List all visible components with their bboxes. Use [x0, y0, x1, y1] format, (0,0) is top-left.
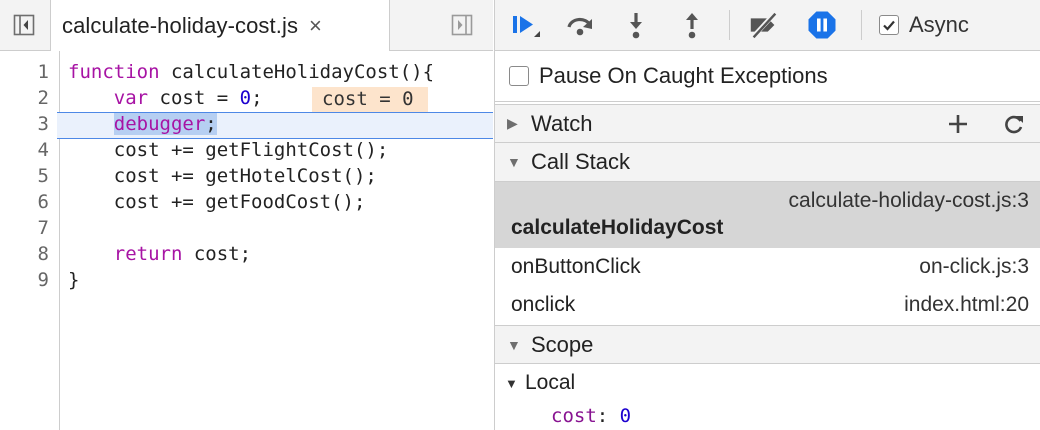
code-text: cost =: [148, 87, 240, 109]
code-line-current: debugger;: [68, 111, 217, 137]
code-line: function calculateHolidayCost(){: [68, 59, 434, 85]
scope-title: Scope: [531, 331, 594, 357]
async-checkbox[interactable]: [879, 15, 899, 35]
deactivate-breakpoints-icon[interactable]: [747, 8, 781, 42]
scope-section-header[interactable]: ▼ Scope: [495, 325, 1040, 364]
resume-icon[interactable]: [507, 8, 541, 42]
variable-separator: :: [596, 405, 620, 427]
close-tab-icon[interactable]: ×: [309, 14, 322, 37]
pause-on-caught-exceptions[interactable]: Pause On Caught Exceptions: [495, 51, 1040, 102]
code-line: cost += getFlightCost();: [68, 139, 389, 161]
inline-variable-value: cost = 0: [312, 87, 428, 112]
code-line: cost += getFoodCost();: [68, 191, 366, 213]
scope-local-toggle[interactable]: ▼ Local: [495, 365, 1040, 401]
code-keyword: var: [113, 87, 149, 109]
code-line: }: [68, 269, 80, 291]
variable-value: 0: [619, 405, 632, 427]
call-frame-selected[interactable]: calculate-holiday-cost.js:3 calculateHol…: [495, 182, 1040, 248]
chevron-down-icon: ▼: [507, 154, 521, 170]
call-frame-function: onButtonClick: [511, 255, 641, 278]
scope-variable[interactable]: cost: 0: [551, 402, 631, 430]
editor-tab-bar: calculate-holiday-cost.js ×: [0, 0, 493, 51]
code-text: ;: [251, 87, 263, 109]
call-frame[interactable]: onButtonClick on-click.js:3: [495, 248, 1040, 286]
refresh-icon[interactable]: [999, 109, 1029, 139]
call-stack-title: Call Stack: [531, 149, 631, 174]
code-text: calculateHolidayCost(){: [159, 61, 435, 83]
line-number-gutter[interactable]: 1 2 3 4 5 6 7 8 9: [0, 51, 60, 430]
code-text: cost;: [182, 243, 252, 265]
code-number: 0: [239, 87, 252, 109]
toolbar-separator: [729, 10, 730, 40]
chevron-right-icon: ▶: [507, 115, 518, 131]
variable-name: cost: [551, 405, 597, 427]
line-number[interactable]: 2: [38, 85, 49, 111]
line-number[interactable]: 8: [38, 241, 49, 267]
code-line: cost += getHotelCost();: [68, 165, 377, 187]
source-tab-label: calculate-holiday-cost.js: [62, 12, 299, 38]
call-frame-location: calculate-holiday-cost.js:3: [788, 189, 1029, 212]
line-number[interactable]: 5: [38, 163, 49, 189]
call-frame-function: calculateHolidayCost: [511, 216, 724, 239]
code-line: return cost;: [68, 241, 251, 267]
scope-local-label: Local: [525, 371, 576, 394]
code-editor[interactable]: function calculateHolidayCost(){ var cos…: [60, 51, 493, 430]
code-keyword: function: [68, 61, 160, 83]
call-frame[interactable]: onclick index.html:20: [495, 286, 1040, 324]
step-into-icon[interactable]: [619, 8, 653, 42]
line-number[interactable]: 3: [38, 111, 49, 137]
code-keyword: return: [113, 243, 183, 265]
watch-title: Watch: [531, 110, 593, 136]
debugger-sidebar: Async Pause On Caught Exceptions ▶ Watch…: [494, 0, 1040, 430]
step-over-icon[interactable]: [563, 8, 597, 42]
pause-on-caught-label: Pause On Caught Exceptions: [539, 63, 828, 88]
watch-section-header[interactable]: ▶ Watch: [495, 104, 1040, 143]
line-number[interactable]: 4: [38, 137, 49, 163]
source-tab[interactable]: calculate-holiday-cost.js ×: [50, 0, 390, 51]
plus-icon[interactable]: [943, 109, 973, 139]
step-out-icon[interactable]: [675, 8, 709, 42]
toggle-navigator-icon[interactable]: [9, 10, 39, 40]
line-number[interactable]: 9: [38, 267, 49, 293]
code-keyword: debugger: [113, 113, 206, 135]
pause-on-exceptions-icon[interactable]: [805, 8, 839, 42]
code-line: var cost = 0;: [68, 85, 263, 111]
async-toggle[interactable]: Async: [879, 10, 969, 40]
debugger-toolbar: Async: [495, 0, 1040, 51]
code-text: ;: [205, 113, 217, 135]
pause-on-caught-checkbox[interactable]: [509, 66, 529, 86]
chevron-down-icon: ▼: [507, 336, 521, 353]
source-panel: calculate-holiday-cost.js × 1 2 3 4 5 6 …: [0, 0, 493, 430]
line-number[interactable]: 7: [38, 215, 49, 241]
call-frame-location: on-click.js:3: [919, 255, 1029, 278]
toolbar-separator: [861, 10, 862, 40]
call-frame-function: onclick: [511, 293, 576, 316]
chevron-down-icon: ▼: [505, 375, 518, 391]
call-stack-section-header[interactable]: ▼ Call Stack: [495, 143, 1040, 182]
line-number[interactable]: 6: [38, 189, 49, 215]
call-frame-location: index.html:20: [904, 293, 1029, 316]
line-number[interactable]: 1: [38, 59, 49, 85]
toggle-debugger-sidebar-icon[interactable]: [447, 10, 477, 40]
async-label: Async: [909, 12, 969, 37]
